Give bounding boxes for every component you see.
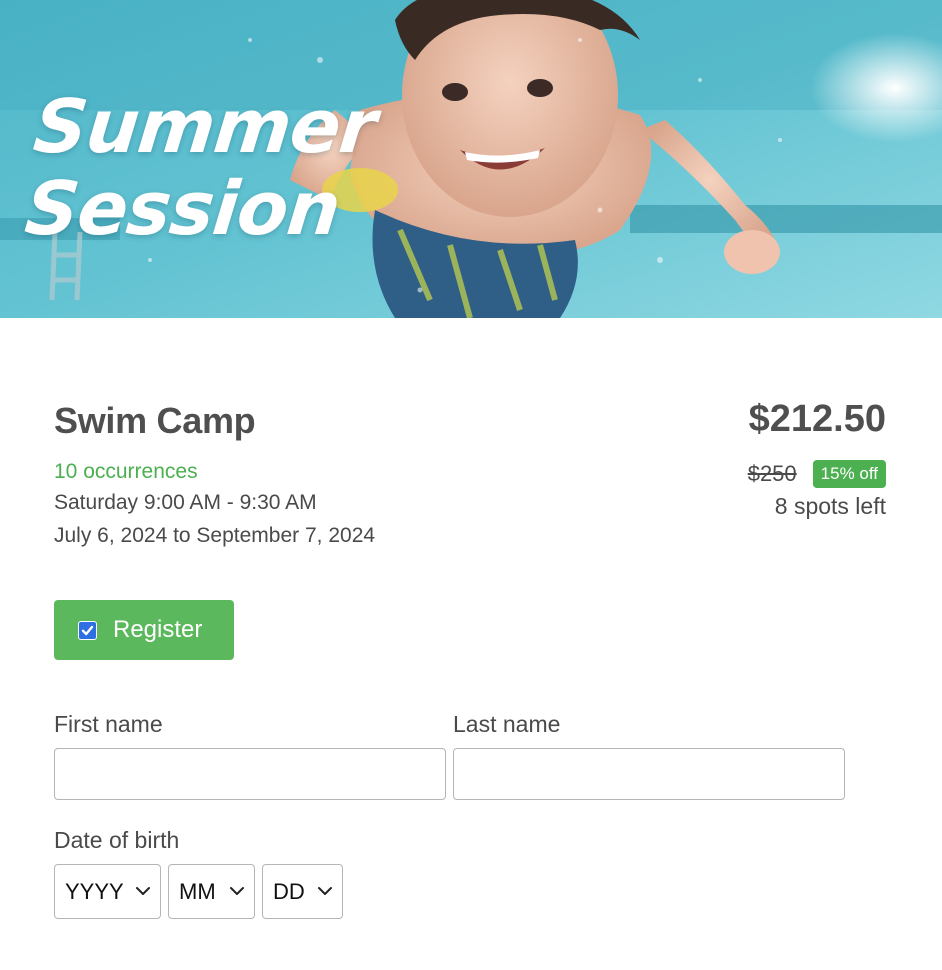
discount-badge: 15% off [812,460,886,488]
day-select-value: DD [273,878,305,904]
month-select[interactable]: MM [168,864,255,919]
register-label: Register [113,616,203,643]
dob-label: Date of birth [54,827,180,853]
occurrences-link[interactable]: 10 occurrences [54,460,198,484]
chevron-down-icon [318,887,332,895]
first-name-label: First name [54,711,163,737]
month-select-value: MM [179,878,216,904]
last-name-input[interactable] [453,748,845,800]
price-details: $250 15% off [748,460,886,488]
price: $212.50 [748,398,886,440]
register-button[interactable]: Register [54,600,234,660]
hero-title-line1: Summer [29,84,380,170]
register-checkbox[interactable] [78,620,97,640]
hero-title-line2: Session [21,166,344,252]
spots-left: 8 spots left [774,493,886,519]
hero-banner: Summer Session [0,0,942,318]
schedule-text: Saturday 9:00 AM - 9:30 AM [54,491,317,514]
hero-title: Summer Session [21,84,380,252]
camp-title: Swim Camp [54,400,256,441]
chevron-down-icon [136,887,150,895]
day-select[interactable]: DD [262,864,343,919]
first-name-input[interactable] [54,748,446,800]
checkmark-icon [81,625,94,635]
chevron-down-icon [230,887,244,895]
year-select[interactable]: YYYY [54,864,161,919]
original-price: $250 [747,461,797,486]
year-select-value: YYYY [65,878,124,904]
last-name-label: Last name [453,711,561,737]
date-range-text: July 6, 2024 to September 7, 2024 [54,524,376,547]
